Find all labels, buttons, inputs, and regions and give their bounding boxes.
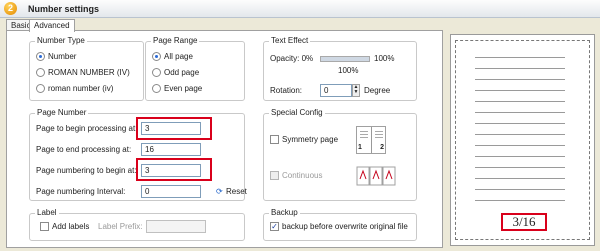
preview-line [475, 68, 565, 69]
radio-all-page[interactable] [152, 52, 161, 61]
opacity-label: Opacity: 0% [270, 54, 314, 63]
preview-line [475, 178, 565, 179]
numbering-begin-label: Page numbering to begin at: [36, 166, 137, 175]
number-type-group: Number Type Number ROMAN NUMBER (IV) rom… [29, 36, 144, 101]
add-labels-label: Add labels [52, 222, 90, 231]
radio-odd-page[interactable] [152, 68, 161, 77]
preview-line [475, 101, 565, 102]
group-title: Number Type [35, 36, 87, 46]
group-title: Special Config [269, 108, 325, 118]
symmetry-page-number: 2 [380, 144, 384, 151]
end-processing-input[interactable]: 16 [141, 143, 201, 156]
preview-page-outline [455, 40, 590, 240]
opacity-slider-fill [321, 57, 369, 61]
highlight-box [136, 158, 212, 181]
rotation-spinner[interactable]: ▲ ▼ [352, 84, 360, 97]
radio-number[interactable] [36, 52, 45, 61]
preview-line [475, 79, 565, 80]
preview-line [475, 90, 565, 91]
radio-label: All page [164, 52, 193, 61]
numbering-interval-label: Page numbering Interval: [36, 187, 126, 196]
end-processing-label: Page to end processing at: [36, 145, 132, 154]
page-number-group: Page Number Page to begin processing at:… [29, 108, 247, 201]
group-title: Page Number [35, 108, 89, 118]
group-title: Label [35, 208, 59, 218]
preview-line [475, 200, 565, 201]
symmetry-page-checkbox[interactable] [270, 135, 279, 144]
label-prefix-label: Label Prefix: [98, 222, 143, 231]
preview-line [475, 156, 565, 157]
rotation-label: Rotation: [270, 86, 303, 95]
group-title: Text Effect [269, 36, 311, 46]
add-labels-checkbox[interactable] [40, 222, 49, 231]
special-config-group: Special Config Symmetry page 1 2 Continu… [263, 108, 417, 201]
preview-line [475, 145, 565, 146]
reset-button[interactable]: Reset [226, 187, 247, 197]
label-prefix-input[interactable] [146, 220, 206, 233]
radio-even-page[interactable] [152, 84, 161, 93]
tab-advanced[interactable]: Advanced [29, 19, 75, 32]
opacity-slider[interactable] [320, 56, 370, 62]
symmetry-page-number: 1 [358, 144, 362, 151]
opacity-value: 100% [338, 66, 359, 75]
advanced-panel: Number Type Number ROMAN NUMBER (IV) rom… [6, 30, 443, 248]
group-title: Backup [269, 208, 300, 218]
continuous-pages-icon [356, 164, 396, 188]
opacity-max-label: 100% [374, 54, 395, 63]
radio-roman-lower[interactable] [36, 84, 45, 93]
backup-label: backup before overwrite original file [282, 222, 408, 231]
reset-icon: ⟳ [216, 187, 223, 196]
preview-line [475, 134, 565, 135]
radio-label: Number [48, 52, 77, 61]
symmetry-page-label: Symmetry page [282, 135, 339, 144]
radio-label: ROMAN NUMBER (IV) [48, 68, 130, 77]
numbering-interval-input[interactable]: 0 [141, 185, 201, 198]
preview-line [475, 57, 565, 58]
page-range-group: Page Range All page Odd page Even page [145, 36, 245, 101]
continuous-label: Continuous [282, 171, 323, 180]
rotation-input[interactable]: 0 [320, 84, 352, 97]
text-effect-group: Text Effect Opacity: 0% 100% 100% Rotati… [263, 36, 417, 101]
rotation-unit-label: Degree [364, 86, 391, 95]
preview-line [475, 123, 565, 124]
symmetry-pages-icon: 1 2 [356, 126, 386, 154]
highlight-box [136, 117, 212, 140]
radio-label: roman number (iv) [48, 84, 114, 93]
preview-line [475, 167, 565, 168]
page-number-indicator: 3/16 [501, 213, 547, 231]
label-group: Label Add labels Label Prefix: [29, 208, 245, 241]
preview-line [475, 112, 565, 113]
app-icon: 2 [4, 2, 17, 15]
preview-line [475, 189, 565, 190]
window-title: Number settings [28, 4, 100, 14]
group-title: Page Range [151, 36, 200, 46]
backup-group: Backup ✓ backup before overwrite origina… [263, 208, 417, 241]
radio-label: Even page [164, 84, 203, 93]
title-bar: 2 Number settings [0, 0, 600, 18]
begin-processing-label: Page to begin processing at: [36, 124, 138, 133]
radio-label: Odd page [164, 68, 200, 77]
page-preview: 3/16 [450, 34, 595, 246]
continuous-checkbox[interactable] [270, 171, 279, 180]
radio-roman-upper[interactable] [36, 68, 45, 77]
backup-checkbox[interactable]: ✓ [270, 222, 279, 231]
